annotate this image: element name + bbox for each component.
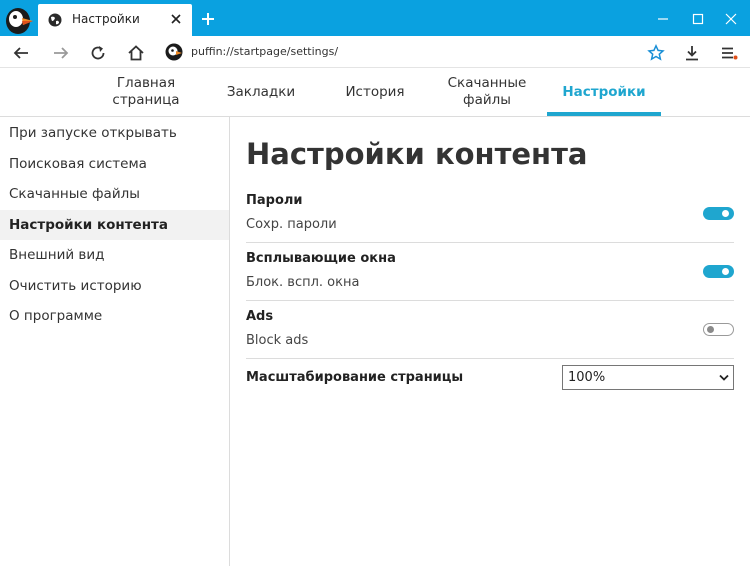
address-bar: puffin://startpage/settings/ (0, 36, 750, 68)
url-text[interactable]: puffin://startpage/settings/ (191, 45, 338, 58)
topnav-item-downloads[interactable]: Скачанные файлы (436, 68, 538, 116)
home-icon[interactable] (127, 44, 145, 62)
menu-icon[interactable] (720, 44, 738, 62)
toggle-knob (722, 210, 729, 217)
download-icon[interactable] (683, 44, 701, 62)
sidebar: При запуске открывать Поисковая система … (0, 117, 230, 566)
new-tab-icon[interactable] (200, 11, 216, 27)
setting-row-ads: Ads Block ads (246, 301, 734, 359)
topnav-item-home[interactable]: Главная страница (96, 68, 196, 116)
setting-title: Ads (246, 309, 274, 324)
toggle-knob (722, 268, 729, 275)
content-panel: Настройки контента Пароли Сохр. пароли В… (230, 117, 750, 566)
sidebar-item-about[interactable]: О программе (0, 301, 229, 331)
back-arrow-icon[interactable] (12, 44, 30, 62)
zoom-label: Масштабирование страницы (246, 370, 464, 385)
browser-tab[interactable]: Настройки (38, 4, 192, 36)
sidebar-item-content-settings[interactable]: Настройки контента (0, 210, 229, 240)
page-title: Настройки контента (246, 137, 588, 171)
zoom-value: 100% (568, 370, 606, 385)
puffin-logo-icon (6, 8, 33, 34)
topnav-item-settings[interactable]: Настройки (547, 68, 661, 116)
toggle-knob (707, 326, 714, 333)
title-bar: Настройки (0, 0, 750, 36)
active-tab-underline (547, 112, 661, 116)
maximize-icon[interactable] (692, 13, 704, 25)
popups-toggle[interactable] (703, 265, 734, 278)
close-window-icon[interactable] (725, 13, 737, 25)
passwords-toggle[interactable] (703, 207, 734, 220)
reload-icon[interactable] (89, 44, 107, 62)
zoom-select[interactable]: 100% (562, 365, 734, 390)
tab-title: Настройки (72, 12, 140, 26)
setting-title: Пароли (246, 193, 303, 208)
setting-description: Блок. вспл. окна (246, 275, 360, 290)
topnav-item-bookmarks[interactable]: Закладки (214, 68, 308, 116)
setting-row-passwords: Пароли Сохр. пароли (246, 185, 734, 243)
setting-title: Всплывающие окна (246, 251, 396, 266)
sidebar-item-appearance[interactable]: Внешний вид (0, 240, 229, 270)
chevron-down-icon (719, 374, 729, 381)
puffin-site-icon (165, 43, 183, 61)
setting-description: Сохр. пароли (246, 217, 337, 232)
forward-arrow-icon[interactable] (52, 44, 70, 62)
sidebar-item-startup[interactable]: При запуске открывать (0, 118, 229, 148)
globe-icon (48, 13, 62, 27)
sidebar-item-search-engine[interactable]: Поисковая система (0, 149, 229, 179)
close-tab-icon[interactable] (169, 12, 183, 26)
ads-toggle[interactable] (703, 323, 734, 336)
sidebar-item-clear-history[interactable]: Очистить историю (0, 271, 229, 301)
topnav-item-history[interactable]: История (328, 68, 422, 116)
minimize-icon[interactable] (657, 13, 669, 25)
setting-description: Block ads (246, 333, 309, 348)
settings-topnav: Главная страница Закладки История Скачан… (0, 68, 750, 117)
bookmark-star-icon[interactable] (647, 44, 665, 62)
sidebar-item-downloads[interactable]: Скачанные файлы (0, 179, 229, 209)
setting-row-popups: Всплывающие окна Блок. вспл. окна (246, 243, 734, 301)
